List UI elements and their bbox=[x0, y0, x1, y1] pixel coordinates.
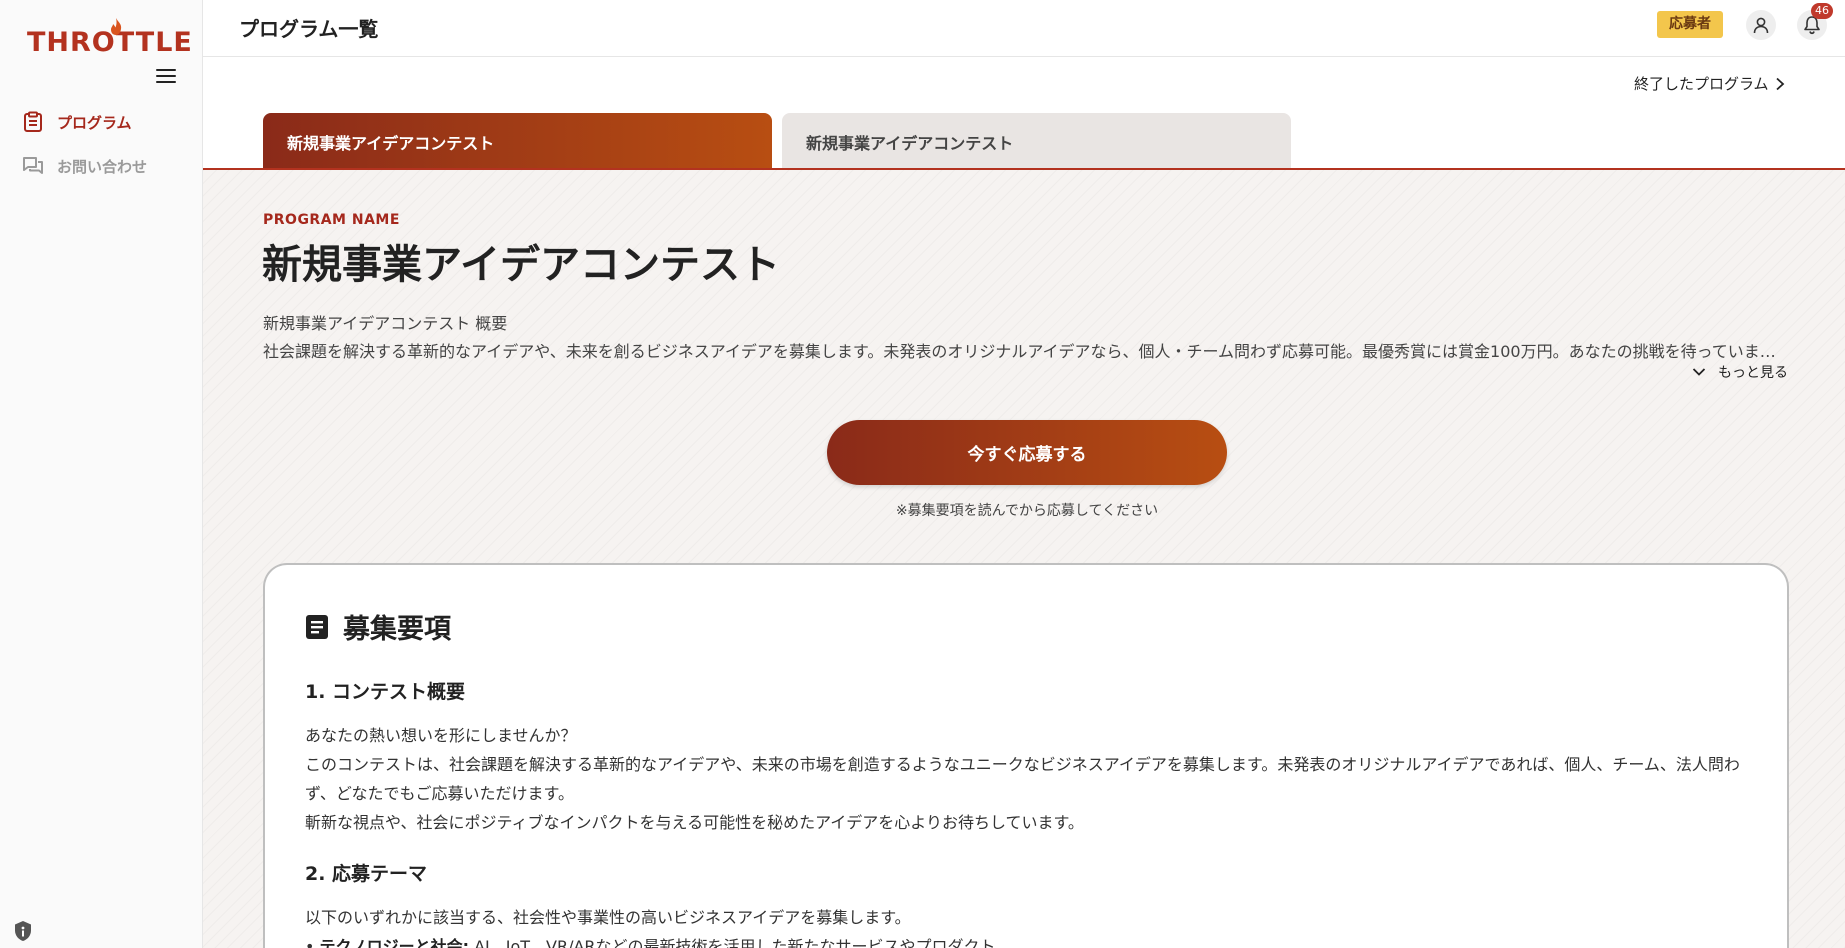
sidebar-item-contact[interactable]: お問い合わせ bbox=[20, 144, 190, 188]
section1-line: このコンテストは、社会課題を解決する革新的なアイデアや、未来の市場を創造するよう… bbox=[305, 755, 1740, 803]
tab-program-2[interactable]: 新規事業アイデアコンテスト bbox=[782, 113, 1291, 170]
user-account-button[interactable] bbox=[1746, 10, 1776, 40]
program-title: 新規事業アイデアコンテスト bbox=[262, 242, 780, 288]
sidebar: THROTTLE プログラム お問い合わせ bbox=[0, 0, 203, 948]
bullet-dot: • bbox=[305, 937, 320, 948]
menu-toggle-button[interactable] bbox=[155, 66, 177, 86]
sidebar-item-label: プログラム bbox=[57, 113, 132, 132]
sidebar-item-programs[interactable]: プログラム bbox=[20, 100, 190, 144]
hamburger-line bbox=[156, 69, 176, 71]
section1-title: 1. コンテスト概要 bbox=[305, 681, 466, 703]
section2-title: 2. 応募テーマ bbox=[305, 863, 428, 885]
privacy-shield-icon[interactable] bbox=[12, 920, 34, 942]
bullet-bold: テクノロジーと社会: bbox=[319, 937, 469, 948]
article-icon bbox=[306, 614, 328, 639]
show-more-label: もっと見る bbox=[1718, 365, 1788, 381]
user-icon bbox=[1753, 17, 1769, 34]
chevron-down-icon bbox=[1692, 368, 1706, 376]
guidelines-heading-text: 募集要項 bbox=[343, 614, 451, 645]
throttle-logo[interactable]: THROTTLE bbox=[27, 16, 192, 56]
guidelines-card: 募集要項 1. コンテスト概要 あなたの熱い想いを形にしませんか？ このコンテス… bbox=[263, 563, 1789, 948]
apply-note: ※募集要項を読んでから応募してください bbox=[895, 503, 1159, 519]
section2-intro: 以下のいずれかに該当する、社会性や事業性の高いビジネスアイデアを募集します。 bbox=[305, 908, 911, 927]
chevron-right-icon bbox=[1775, 77, 1784, 90]
tab-program-1[interactable]: 新規事業アイデアコンテスト bbox=[263, 113, 772, 170]
show-more-button[interactable]: もっと見る bbox=[1692, 362, 1788, 382]
apply-now-button[interactable]: 今すぐ応募する bbox=[827, 420, 1227, 485]
section1-line: 斬新な視点や、社会にポジティブなインパクトを与える可能性を秘めたアイデアを心より… bbox=[305, 813, 1084, 832]
section1-line: あなたの熱い想いを形にしませんか？ bbox=[305, 726, 577, 745]
page-title: プログラム一覧 bbox=[239, 17, 379, 41]
summary-text: 社会課題を解決する革新的なアイデアや、未来を創るビジネスアイデアを募集します。未… bbox=[263, 342, 1788, 361]
guidelines-heading: 募集要項 bbox=[305, 607, 451, 646]
sidebar-nav: プログラム お問い合わせ bbox=[20, 100, 190, 188]
program-detail-panel: PROGRAM NAME 新規事業アイデアコンテスト 新規事業アイデアコンテスト… bbox=[203, 170, 1845, 948]
theme-bullet: • テクノロジーと社会: AI、IoT、VR/ARなどの最新技術を活用した新たな… bbox=[305, 933, 996, 948]
hamburger-line bbox=[156, 75, 176, 77]
program-name-label: PROGRAM NAME bbox=[263, 212, 400, 228]
role-badge: 応募者 bbox=[1657, 11, 1723, 38]
flame-icon bbox=[111, 18, 122, 35]
main-content: 終了したプログラム 新規事業アイデアコンテスト 新規事業アイデアコンテスト PR… bbox=[203, 57, 1845, 948]
summary-title: 新規事業アイデアコンテスト 概要 bbox=[263, 314, 508, 333]
sidebar-item-label: お問い合わせ bbox=[57, 157, 148, 176]
ended-programs-link[interactable]: 終了したプログラム bbox=[1634, 73, 1785, 94]
hamburger-line bbox=[156, 81, 176, 83]
forum-icon bbox=[20, 153, 46, 179]
ended-programs-label: 終了したプログラム bbox=[1634, 75, 1769, 93]
notification-count-badge: 46 bbox=[1811, 3, 1833, 19]
clipboard-icon bbox=[20, 109, 46, 135]
bullet-text: AI、IoT、VR/ARなどの最新技術を活用した新たなサービスやプロダクト bbox=[468, 937, 996, 948]
top-header: プログラム一覧 応募者 46 bbox=[203, 0, 1845, 57]
